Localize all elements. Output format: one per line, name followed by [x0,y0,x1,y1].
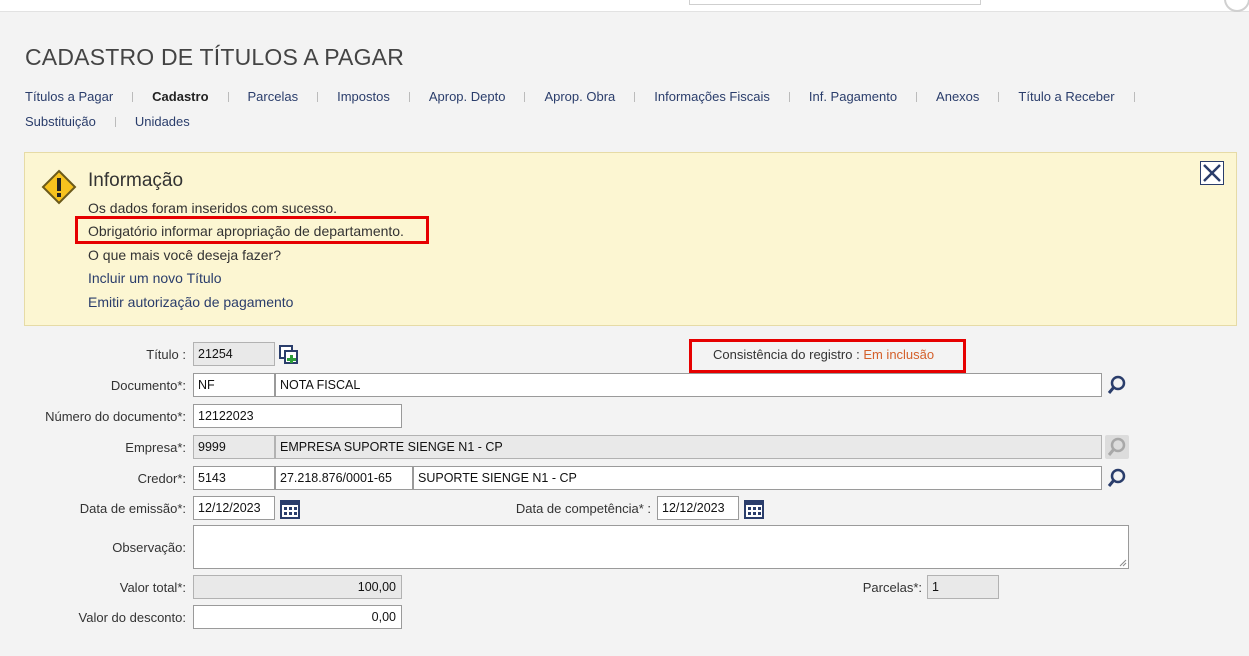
tab-cadastro[interactable]: Cadastro [152,89,208,104]
tab-separator [132,91,134,102]
tab-separator [1133,91,1135,102]
credor-name-input[interactable]: SUPORTE SIENGE N1 - CP [413,466,1102,490]
documento-search-button[interactable] [1105,373,1129,397]
tab-informacoes-fiscais[interactable]: Informações Fiscais [654,89,770,104]
credor-cnpj-input[interactable]: 27.218.876/0001-65 [275,466,413,490]
new-title-link[interactable]: Incluir um novo Título [88,270,222,286]
tab-parcelas[interactable]: Parcelas [248,89,299,104]
parcelas-field: 1 [927,575,999,599]
titulo-label: Título : [146,347,186,362]
valor-desconto-input[interactable]: 0,00 [193,605,402,629]
search-icon [1107,375,1126,394]
copy-icon [279,345,298,364]
documento-label: Documento*: [110,378,186,393]
tab-row: Substituição Unidades [25,114,1225,129]
titulo-field: 21254 [193,342,275,366]
top-search-input[interactable] [689,0,981,5]
parcelas-label: Parcelas*: [862,580,922,595]
resize-handle-icon[interactable] [1119,559,1127,567]
tab-unidades[interactable]: Unidades [135,114,190,129]
info-title: Informação [88,170,184,191]
credor-label: Credor*: [137,471,186,486]
credor-code-input[interactable]: 5143 [193,466,275,490]
tab-separator [788,91,790,102]
tab-inf-pagamento[interactable]: Inf. Pagamento [809,89,897,104]
tab-separator [634,91,636,102]
tab-separator [408,91,410,102]
success-message: Os dados foram inseridos com sucesso. [88,200,337,216]
valor-total-field: 100,00 [193,575,402,599]
empresa-label: Empresa*: [125,440,186,455]
data-emissao-calendar-button[interactable] [278,497,302,521]
top-bar [0,0,1249,12]
search-icon [1107,437,1126,456]
empresa-code-field: 9999 [193,435,275,459]
highlight-box-department-message [75,216,429,244]
tab-separator [524,91,526,102]
warning-icon [41,169,77,205]
observacao-label: Observação: [112,540,186,555]
tab-aprop-obra[interactable]: Aprop. Obra [544,89,615,104]
tab-row: Títulos a Pagar Cadastro Parcelas Impostos A… [25,89,1225,104]
documento-description-input[interactable]: NOTA FISCAL [275,373,1102,397]
tab-separator [317,91,319,102]
documento-code-input[interactable]: NF [193,373,275,397]
tab-separator [916,91,918,102]
empresa-name-field: EMPRESA SUPORTE SIENGE N1 - CP [275,435,1102,459]
data-emissao-label: Data de emissão*: [79,501,186,516]
payment-authorization-link[interactable]: Emitir autorização de pagamento [88,294,293,310]
calendar-icon [744,500,764,519]
consistency-label: Consistência do registro : [713,347,860,362]
tab-navigation: Títulos a Pagar Cadastro Parcelas Impostos A… [25,89,1225,139]
empresa-search-button [1105,435,1129,459]
tab-separator [998,91,1000,102]
credor-search-button[interactable] [1105,466,1129,490]
consistency-status: Consistência do registro : Em inclusão [713,347,934,362]
calendar-icon [280,500,300,519]
close-button[interactable] [1200,161,1224,185]
copy-title-button[interactable] [277,343,301,367]
next-action-question: O que mais você deseja fazer? [88,247,281,263]
valor-desconto-label: Valor do desconto: [78,610,186,625]
data-emissao-input[interactable]: 12/12/2023 [193,496,275,520]
page-title: CADASTRO DE TÍTULOS A PAGAR [25,44,405,70]
numero-documento-input[interactable]: 12122023 [193,404,402,428]
tab-titulo-a-receber[interactable]: Título a Receber [1018,89,1114,104]
data-competencia-input[interactable]: 12/12/2023 [657,496,739,520]
numero-documento-label: Número do documento*: [45,409,186,424]
tab-separator [227,91,229,102]
close-icon [1203,164,1221,182]
consistency-value: Em inclusão [863,347,935,362]
tab-titulos-a-pagar[interactable]: Títulos a Pagar [25,89,113,104]
tab-impostos[interactable]: Impostos [337,89,390,104]
tab-separator [114,116,116,127]
valor-total-label: Valor total*: [119,580,186,595]
tab-substituicao[interactable]: Substituição [25,114,96,129]
data-competencia-label: Data de competência* : [515,501,651,516]
tab-anexos[interactable]: Anexos [936,89,979,104]
observacao-textarea[interactable] [193,525,1129,569]
data-competencia-calendar-button[interactable] [742,497,766,521]
user-avatar[interactable] [1224,0,1249,12]
tab-aprop-depto[interactable]: Aprop. Depto [429,89,506,104]
search-icon [1107,468,1126,487]
